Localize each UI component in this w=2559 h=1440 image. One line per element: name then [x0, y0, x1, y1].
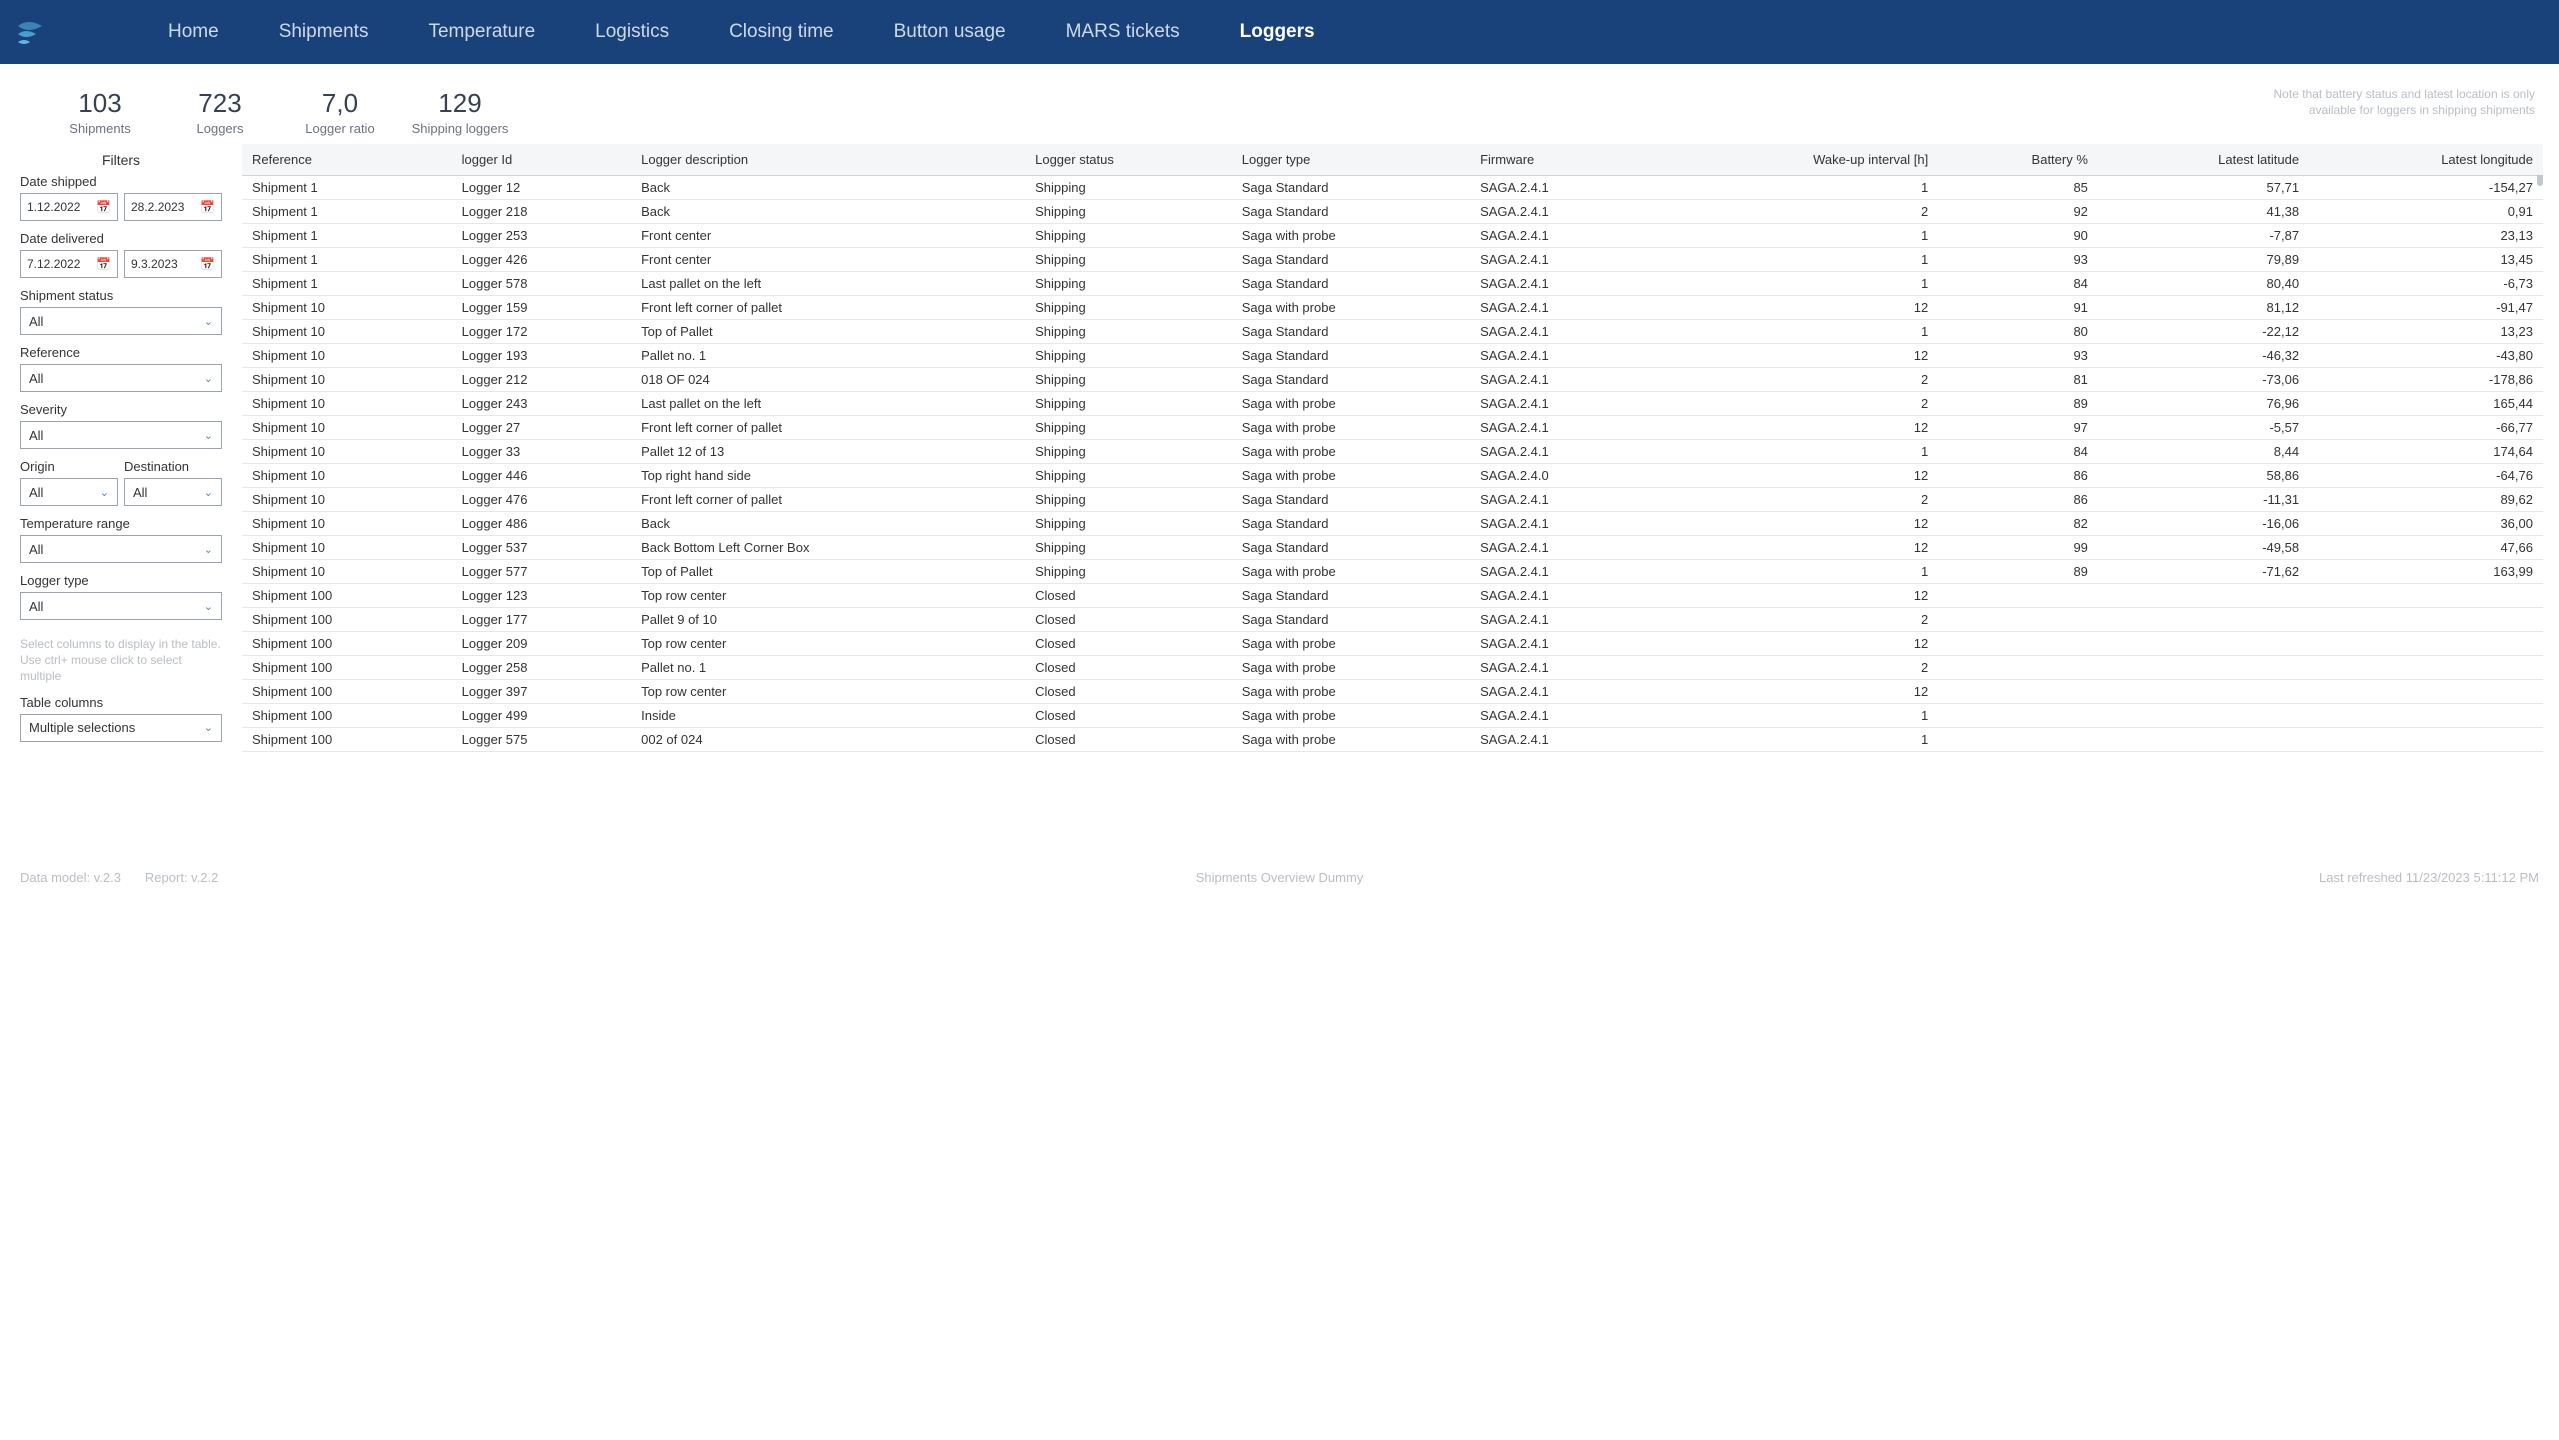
table-row[interactable]: Shipment 100Logger 209Top row centerClos…: [242, 632, 2543, 656]
col-header[interactable]: logger Id: [452, 144, 631, 176]
metric-logger-ratio: 7,0Logger ratio: [280, 80, 400, 144]
reference-select[interactable]: All ⌄: [20, 364, 222, 392]
column-helper-text: Select columns to display in the table. …: [20, 636, 222, 685]
col-header[interactable]: Wake-up interval [h]: [1656, 144, 1939, 176]
table-row[interactable]: Shipment 1Logger 253Front centerShipping…: [242, 224, 2543, 248]
table-row[interactable]: Shipment 10Logger 577Top of PalletShippi…: [242, 560, 2543, 584]
chevron-down-icon: ⌄: [204, 429, 213, 442]
temp-range-select[interactable]: All ⌄: [20, 535, 222, 563]
table-row[interactable]: Shipment 100Logger 397Top row centerClos…: [242, 680, 2543, 704]
severity-select[interactable]: All ⌄: [20, 421, 222, 449]
loggers-table: Referencelogger IdLogger descriptionLogg…: [242, 144, 2543, 752]
nav-home[interactable]: Home: [168, 21, 219, 43]
table-row[interactable]: Shipment 1Logger 578Last pallet on the l…: [242, 272, 2543, 296]
table-row[interactable]: Shipment 10Logger 172Top of PalletShippi…: [242, 320, 2543, 344]
nav-temperature[interactable]: Temperature: [428, 21, 535, 43]
col-header[interactable]: Logger status: [1025, 144, 1232, 176]
table-row[interactable]: Shipment 10Logger 446Top right hand side…: [242, 464, 2543, 488]
col-header[interactable]: Latest longitude: [2309, 144, 2543, 176]
metrics-row: 103Shipments723Loggers7,0Logger ratio129…: [0, 64, 2559, 144]
report-version: Report: v.2.2: [145, 870, 218, 885]
reference-label: Reference: [20, 345, 222, 360]
table-row[interactable]: Shipment 10Logger 193Pallet no. 1Shippin…: [242, 344, 2543, 368]
nav-button-usage[interactable]: Button usage: [894, 21, 1006, 43]
table-row[interactable]: Shipment 10Logger 537Back Bottom Left Co…: [242, 536, 2543, 560]
calendar-icon: 📅: [96, 257, 111, 271]
origin-select[interactable]: All ⌄: [20, 478, 118, 506]
table-row[interactable]: Shipment 100Logger 123Top row centerClos…: [242, 584, 2543, 608]
col-header[interactable]: Firmware: [1470, 144, 1655, 176]
chevron-down-icon: ⌄: [100, 486, 109, 499]
destination-select[interactable]: All ⌄: [124, 478, 222, 506]
origin-label: Origin: [20, 459, 118, 474]
date-delivered-from[interactable]: 7.12.2022 📅: [20, 250, 118, 278]
chevron-down-icon: ⌄: [204, 486, 213, 499]
table-row[interactable]: Shipment 10Logger 486BackShippingSaga St…: [242, 512, 2543, 536]
table-row[interactable]: Shipment 100Logger 575002 of 024ClosedSa…: [242, 728, 2543, 752]
severity-label: Severity: [20, 402, 222, 417]
table-row[interactable]: Shipment 1Logger 426Front centerShipping…: [242, 248, 2543, 272]
logger-type-label: Logger type: [20, 573, 222, 588]
table-row[interactable]: Shipment 10Logger 27Front left corner of…: [242, 416, 2543, 440]
date-shipped-label: Date shipped: [20, 174, 222, 189]
navbar: Home Shipments Temperature Logistics Closing…: [0, 0, 2559, 64]
last-refreshed: Last refreshed 11/23/2023 5:11:12 PM: [2319, 870, 2539, 885]
table-row[interactable]: Shipment 1Logger 218BackShippingSaga Sta…: [242, 200, 2543, 224]
metric-shipping-loggers: 129Shipping loggers: [400, 80, 520, 144]
destination-label: Destination: [124, 459, 222, 474]
chevron-down-icon: ⌄: [204, 372, 213, 385]
data-model-version: Data model: v.2.3: [20, 870, 121, 885]
nav-shipments[interactable]: Shipments: [279, 21, 369, 43]
col-header[interactable]: Battery %: [1938, 144, 2098, 176]
metric-shipments: 103Shipments: [40, 80, 160, 144]
temp-range-label: Temperature range: [20, 516, 222, 531]
nav-closing-time[interactable]: Closing time: [729, 21, 834, 43]
date-shipped-to[interactable]: 28.2.2023 📅: [124, 193, 222, 221]
chevron-down-icon: ⌄: [204, 721, 213, 734]
logger-type-select[interactable]: All ⌄: [20, 592, 222, 620]
app-logo-icon: [12, 14, 48, 50]
chevron-down-icon: ⌄: [204, 600, 213, 613]
nav-loggers[interactable]: Loggers: [1240, 21, 1315, 43]
table-cols-label: Table columns: [20, 695, 222, 710]
table-row[interactable]: Shipment 1Logger 12BackShippingSaga Stan…: [242, 176, 2543, 200]
shipment-status-label: Shipment status: [20, 288, 222, 303]
chevron-down-icon: ⌄: [204, 543, 213, 556]
filters-panel: Filters Date shipped 1.12.2022 📅 28.2.20…: [16, 144, 226, 860]
table-row[interactable]: Shipment 10Logger 212018 OF 024ShippingS…: [242, 368, 2543, 392]
metric-loggers: 723Loggers: [160, 80, 280, 144]
note-text: Note that battery status and latest loca…: [2235, 86, 2535, 118]
shipment-status-select[interactable]: All ⌄: [20, 307, 222, 335]
calendar-icon: 📅: [96, 200, 111, 214]
table-row[interactable]: Shipment 10Logger 33Pallet 12 of 13Shipp…: [242, 440, 2543, 464]
col-header[interactable]: Logger type: [1232, 144, 1470, 176]
table-row[interactable]: Shipment 10Logger 476Front left corner o…: [242, 488, 2543, 512]
date-shipped-from[interactable]: 1.12.2022 📅: [20, 193, 118, 221]
date-delivered-to[interactable]: 9.3.2023 📅: [124, 250, 222, 278]
table-cols-select[interactable]: Multiple selections ⌄: [20, 714, 222, 742]
footer: Data model: v.2.3 Report: v.2.2 Shipment…: [0, 860, 2559, 895]
table-row[interactable]: Shipment 100Logger 177Pallet 9 of 10Clos…: [242, 608, 2543, 632]
table-row[interactable]: Shipment 100Logger 258Pallet no. 1Closed…: [242, 656, 2543, 680]
table-row[interactable]: Shipment 100Logger 499InsideClosedSaga w…: [242, 704, 2543, 728]
filters-title: Filters: [20, 152, 222, 168]
col-header[interactable]: Logger description: [631, 144, 1025, 176]
table-row[interactable]: Shipment 10Logger 159Front left corner o…: [242, 296, 2543, 320]
chevron-down-icon: ⌄: [204, 315, 213, 328]
calendar-icon: 📅: [200, 257, 215, 271]
nav-mars-tickets[interactable]: MARS tickets: [1066, 21, 1180, 43]
loggers-table-container: Referencelogger IdLogger descriptionLogg…: [242, 144, 2543, 860]
date-delivered-label: Date delivered: [20, 231, 222, 246]
table-row[interactable]: Shipment 10Logger 243Last pallet on the …: [242, 392, 2543, 416]
nav-logistics[interactable]: Logistics: [595, 21, 669, 43]
calendar-icon: 📅: [200, 200, 215, 214]
col-header[interactable]: Reference: [242, 144, 452, 176]
footer-title: Shipments Overview Dummy: [1196, 870, 1364, 885]
col-header[interactable]: Latest latitude: [2098, 144, 2309, 176]
